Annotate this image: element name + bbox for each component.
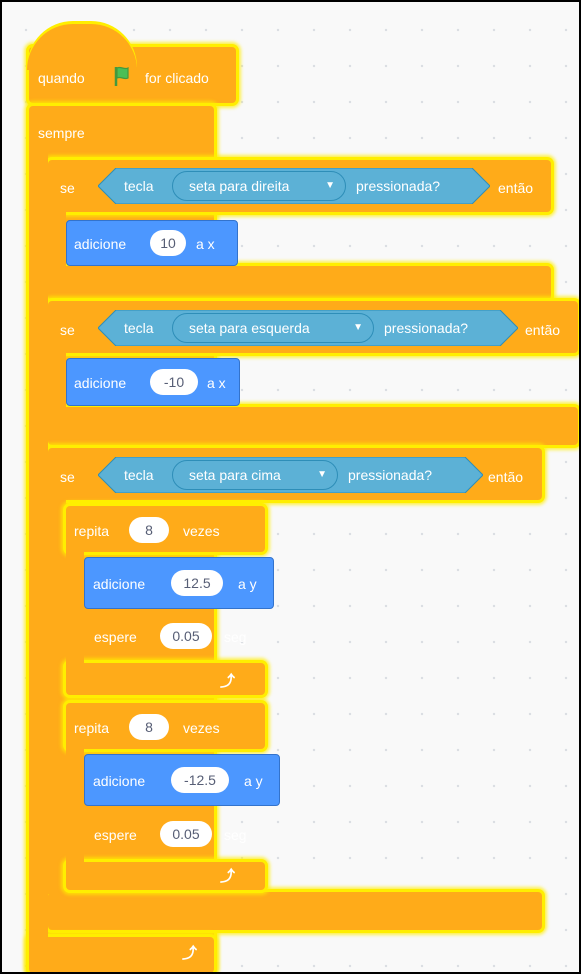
key-dropdown-up[interactable]: seta para cima ▼ [172,460,338,490]
if3-entao-label: então [488,469,524,485]
repeat-count-input[interactable]: 8 [129,517,169,543]
hat-label-start: quando [38,70,85,86]
key-dropdown-value: seta para cima [189,467,281,483]
change-x-value-input[interactable]: 10 [150,230,186,256]
dropdown-arrow-icon: ▼ [325,180,335,191]
forever-foot-join [29,927,48,941]
loop-arrow-icon: ⤴ [220,868,236,885]
repeat2-add-suffix: a y [244,773,263,789]
key-pressed-sensing-left[interactable]: tecla seta para esquerda ▼ pressionada? [98,310,518,346]
key-dropdown-right[interactable]: seta para direita ▼ [172,171,346,201]
hat-label-end: for clicado [145,70,209,86]
if1-pressed-label: pressionada? [356,178,441,194]
if-block-up-foot [48,892,542,930]
change-y-value-input[interactable]: -12.5 [171,767,229,793]
repeat-block-2-cover [66,744,84,866]
repeat2-wait-label: espere [94,827,137,843]
forever-loop-arrow-icon: ⤴ [182,945,198,962]
if1-se-label: se [60,180,75,196]
if3-tecla-label: tecla [124,467,154,483]
if1-tecla-label: tecla [124,178,154,194]
change-y-value-input[interactable]: 12.5 [171,570,223,596]
if1-motion-suffix: a x [196,236,215,252]
if2-entao-label: então [525,322,561,338]
repeat-block-1-cover [66,547,84,669]
repeat-block-1-foot [66,663,265,695]
loop-arrow-icon: ⤴ [220,673,236,690]
if2-motion-label: adicione [74,375,127,391]
dropdown-arrow-icon: ▼ [353,322,363,333]
repeat2-suffix: vezes [183,720,220,736]
wait-seconds-input[interactable]: 0.05 [160,821,212,847]
repeat1-add-suffix: a y [238,576,257,592]
repeat1-wait-suffix: seg [224,629,247,645]
key-pressed-sensing-up[interactable]: tecla seta para cima ▼ pressionada? [98,457,483,493]
repeat2-add-label: adicione [93,773,146,789]
if2-pressed-label: pressionada? [384,320,469,336]
if2-tecla-label: tecla [124,320,154,336]
key-pressed-sensing-right[interactable]: tecla seta para direita ▼ pressionada? [98,168,490,204]
if-block-left-foot [48,407,578,445]
if1-entao-label: então [498,180,534,196]
if3-se-label: se [60,469,75,485]
if1-motion-label: adicione [74,236,127,252]
repeat-count-input[interactable]: 8 [129,714,169,740]
if2-motion-suffix: a x [207,375,226,391]
repeat1-label: repita [74,523,110,539]
key-dropdown-value: seta para direita [189,178,290,194]
if-block-right-cover [48,202,66,272]
repeat-block-2-foot [66,862,265,890]
if-block-left-cover [48,342,66,412]
forever-arm [29,142,48,942]
if2-se-label: se [60,322,75,338]
repeat1-wait-label: espere [94,629,137,645]
code-area[interactable]: quando for clicado sempre se tecla seta … [2,2,579,972]
repeat1-add-label: adicione [93,576,146,592]
if3-pressed-label: pressionada? [348,467,433,483]
key-dropdown-value: seta para esquerda [189,320,310,336]
repeat2-label: repita [74,720,110,736]
repeat2-wait-suffix: seg [224,827,247,843]
dropdown-arrow-icon: ▼ [317,469,327,480]
change-x-value-input[interactable]: -10 [150,369,198,395]
if-block-right-foot [48,266,551,300]
repeat1-suffix: vezes [183,523,220,539]
key-dropdown-left[interactable]: seta para esquerda ▼ [172,313,374,343]
forever-label: sempre [38,125,85,141]
if-block-up-cover [48,490,66,894]
wait-seconds-input[interactable]: 0.05 [160,623,212,649]
green-flag-icon [112,64,136,93]
